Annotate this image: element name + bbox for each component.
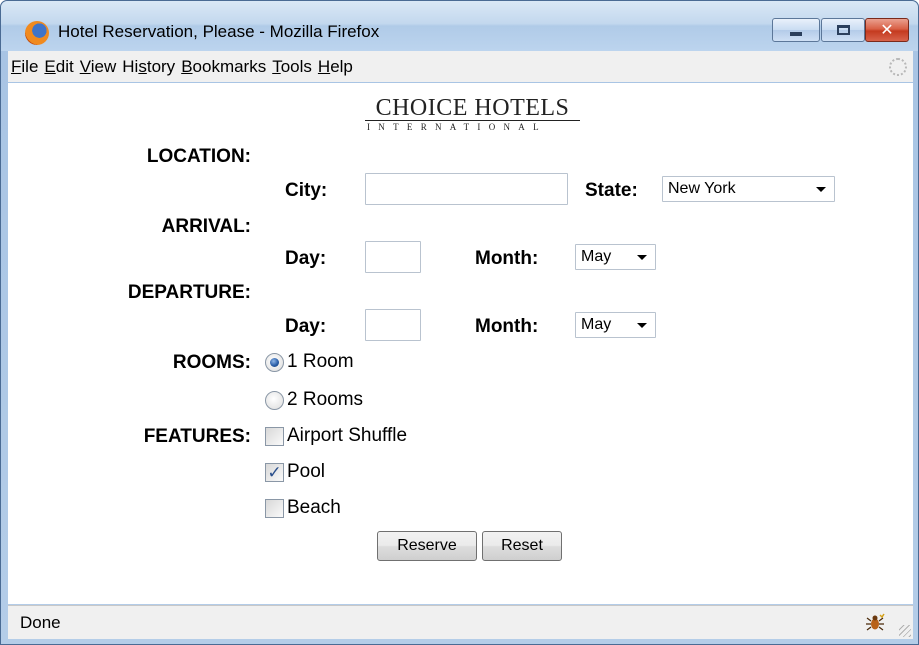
chevron-down-icon: [637, 323, 647, 328]
features-label: FEATURES:: [143, 426, 251, 447]
room-option-1[interactable]: 1 Room: [265, 351, 354, 373]
feature-beach[interactable]: Beach: [265, 497, 341, 519]
minimize-icon: [790, 32, 802, 36]
logo-sub-text: INTERNATIONAL: [367, 122, 547, 132]
departure-month-label: Month:: [475, 316, 539, 337]
window-title: Hotel Reservation, Please - Mozilla Fire…: [58, 22, 380, 41]
departure-month-value: May: [581, 316, 612, 333]
state-label: State:: [585, 180, 638, 201]
reset-button[interactable]: Reset: [482, 531, 562, 561]
radio-button-checked[interactable]: [265, 352, 284, 372]
menu-file[interactable]: File: [8, 57, 41, 77]
arrival-month-value: May: [581, 248, 612, 265]
room-option-label: 2 Rooms: [287, 389, 364, 410]
reserve-button[interactable]: Reserve: [377, 531, 477, 561]
state-select[interactable]: New York: [662, 176, 835, 202]
menu-history[interactable]: History: [119, 57, 178, 77]
throbber-icon: [889, 58, 907, 76]
room-option-2[interactable]: 2 Rooms: [265, 389, 363, 411]
status-bar: Done: [8, 605, 913, 639]
departure-label: DEPARTURE:: [127, 282, 251, 303]
title-bar[interactable]: Hotel Reservation, Please - Mozilla Fire…: [1, 1, 918, 51]
arrival-label: ARRIVAL:: [161, 216, 251, 237]
menu-bar: File Edit View History Bookmarks Tools H…: [8, 51, 913, 82]
menu-edit[interactable]: Edit: [41, 57, 76, 77]
arrival-day-input[interactable]: [365, 241, 421, 273]
feature-pool[interactable]: ✓ Pool: [265, 461, 325, 483]
departure-day-label: Day:: [285, 316, 327, 337]
close-icon: ✕: [880, 22, 894, 39]
city-label: City:: [285, 180, 328, 201]
checkbox[interactable]: [265, 426, 284, 446]
checkmark-icon: ✓: [267, 462, 282, 482]
arrival-month-select[interactable]: May: [575, 244, 656, 270]
departure-day-input[interactable]: [365, 309, 421, 341]
logo-main-text: CHOICE HOTELS: [375, 95, 570, 121]
chevron-down-icon: [816, 187, 826, 192]
firefox-icon: [25, 21, 49, 45]
bug-icon[interactable]: [865, 613, 885, 633]
maximize-icon: [836, 25, 850, 35]
radio-button[interactable]: [265, 390, 284, 410]
feature-label: Beach: [287, 497, 341, 518]
feature-label: Airport Shuffle: [287, 425, 408, 446]
city-input[interactable]: [365, 173, 568, 205]
maximize-button[interactable]: [821, 18, 865, 42]
room-option-label: 1 Room: [287, 351, 354, 372]
state-select-value: New York: [668, 180, 736, 197]
status-text: Done: [20, 612, 61, 632]
close-button[interactable]: ✕: [865, 18, 909, 42]
departure-month-select[interactable]: May: [575, 312, 656, 338]
page-content: CHOICE HOTELS INTERNATIONAL LOCATION: Ci…: [8, 83, 913, 604]
checkbox[interactable]: [265, 498, 284, 518]
feature-label: Pool: [287, 461, 326, 482]
rooms-label: ROOMS:: [172, 352, 251, 373]
menu-view[interactable]: View: [77, 57, 120, 77]
location-label: LOCATION:: [146, 146, 251, 167]
choice-hotels-logo: CHOICE HOTELS INTERNATIONAL: [365, 95, 580, 132]
browser-window: Hotel Reservation, Please - Mozilla Fire…: [0, 0, 919, 645]
minimize-button[interactable]: [772, 18, 820, 42]
arrival-month-label: Month:: [475, 248, 539, 269]
chevron-down-icon: [637, 255, 647, 260]
resize-grip[interactable]: [899, 625, 911, 637]
menu-bookmarks[interactable]: Bookmarks: [178, 57, 269, 77]
feature-airport-shuffle[interactable]: Airport Shuffle: [265, 425, 407, 447]
menu-help[interactable]: Help: [315, 57, 356, 77]
arrival-day-label: Day:: [285, 248, 327, 269]
checkbox-checked[interactable]: ✓: [265, 462, 284, 482]
menu-tools[interactable]: Tools: [269, 57, 315, 77]
